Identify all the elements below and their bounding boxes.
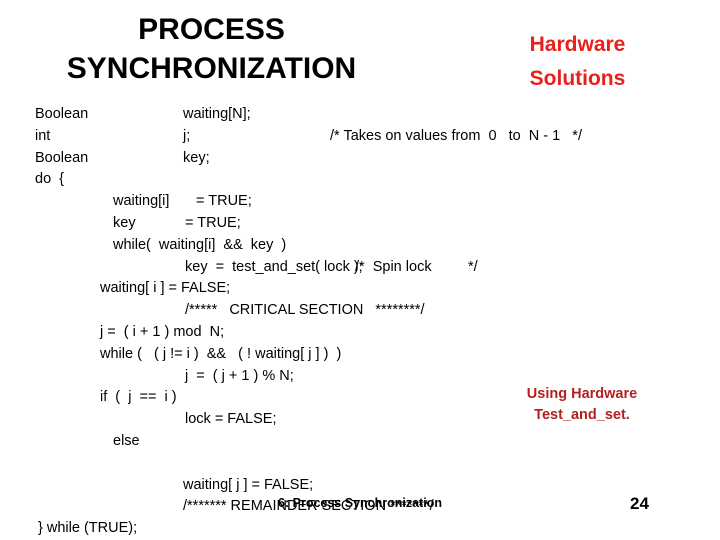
page-title-line-2: SYNCHRONIZATION [66, 52, 357, 85]
topic-heading: Hardware Solutions [455, 28, 700, 96]
annotation-line-1: Using Hardware [526, 386, 638, 402]
code-segment: j; [183, 127, 191, 144]
code-segment: waiting[ i ] = FALSE; [100, 280, 231, 297]
topic-heading-line-2: Solutions [529, 67, 626, 90]
code-segment: waiting[i] [113, 193, 170, 210]
code-segment: j = ( j + 1 ) % N; [185, 367, 294, 384]
code-segment: /* Spin lock [355, 258, 432, 275]
code-line: waiting[i] = TRUE; [0, 191, 720, 213]
annotation-note: Using Hardware Test_and_set. [492, 384, 672, 426]
page-title-line-1: PROCESS [138, 13, 285, 46]
code-segment: Boolean [35, 149, 89, 166]
code-segment: while( waiting[i] && key ) [113, 236, 287, 253]
code-segment: do { [35, 171, 65, 188]
code-segment: = TRUE; [185, 214, 241, 231]
code-segment: int [35, 127, 51, 144]
code-line: Boolean waiting[N]; [0, 104, 720, 126]
code-segment: waiting[N]; [183, 106, 251, 122]
code-line: /***** CRITICAL SECTION ********/ [0, 300, 720, 322]
page-number: 24 [630, 494, 649, 513]
code-line: key = TRUE; [0, 213, 720, 235]
code-line: int j; /* Takes on values from 0 to N - 1 … [0, 126, 720, 148]
code-segment: if ( j == i ) [100, 389, 177, 406]
code-segment: */ [468, 258, 478, 275]
code-segment: key; [183, 149, 210, 166]
code-line: waiting[ j ] = FALSE; [0, 475, 720, 497]
code-line: else [0, 431, 720, 453]
code-segment: /***** CRITICAL SECTION ********/ [185, 302, 425, 319]
code-line: } while (TRUE); [0, 518, 720, 540]
code-line: j = ( i + 1 ) mod N; [0, 322, 720, 344]
code-segment: while ( ( j != i ) && ( ! waiting[ j ] )… [100, 345, 342, 362]
code-line: waiting[ i ] = FALSE; [0, 278, 720, 300]
code-segment: j = ( i + 1 ) mod N; [100, 323, 225, 340]
code-segment: = TRUE; [196, 193, 252, 210]
code-segment: } while (TRUE); [38, 520, 138, 537]
code-line: while ( ( j != i ) && ( ! waiting[ j ] )… [0, 344, 720, 366]
code-line: do { [0, 169, 720, 191]
code-segment: lock = FALSE; [185, 411, 277, 428]
code-line: key = test_and_set( lock );/* Spin lock *… [0, 257, 720, 279]
code-segment: /* Takes on values from 0 to N - 1 */ [330, 127, 582, 144]
code-line: while( waiting[i] && key ) [0, 235, 720, 257]
code-segment: else [113, 432, 140, 449]
code-segment: key [113, 214, 136, 231]
page-title: PROCESS SYNCHRONIZATION [14, 10, 409, 88]
topic-heading-line-1: Hardware [529, 33, 626, 56]
code-segment: waiting[ j ] = FALSE; [183, 476, 314, 493]
code-segment: key = test_and_set( lock ); [185, 258, 363, 275]
annotation-line-2: Test_and_set. [534, 407, 630, 423]
code-line: Boolean key; [0, 148, 720, 170]
code-segment: Boolean [35, 106, 89, 122]
code-listing: Boolean waiting[N]; int j; /* Takes on value… [0, 104, 720, 540]
footer-text: 6: Process Synchronization [278, 496, 442, 510]
